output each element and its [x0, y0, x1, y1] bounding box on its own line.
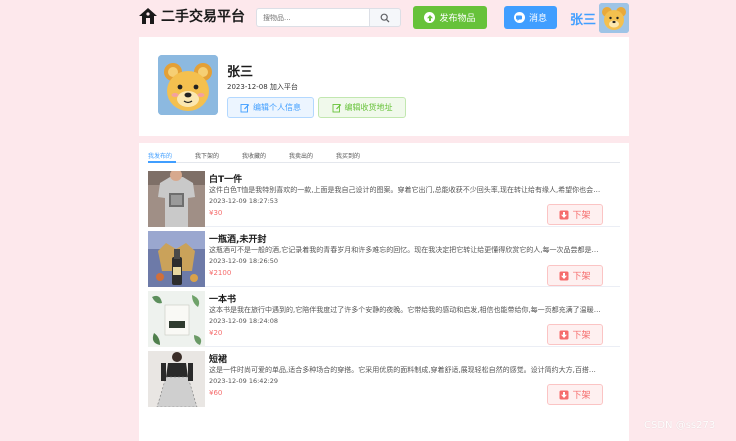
download-icon [559, 330, 569, 339]
item-thumbnail[interactable] [148, 171, 205, 227]
messages-label: 消息 [528, 14, 547, 24]
item-price: ¥30 [209, 209, 223, 217]
item-description: 这本书是我在旅行中遇到的,它陪伴我度过了许多个安静的夜晚。它带给我的感动和启发,… [209, 306, 602, 314]
logo-text: 二手交易平台 [161, 9, 245, 25]
site-logo[interactable]: 二手交易平台 [138, 4, 245, 28]
take-down-label: 下架 [572, 211, 591, 221]
download-icon [559, 271, 569, 280]
tab-bought[interactable]: 我买到的 [336, 151, 360, 160]
take-down-button[interactable]: 下架 [547, 384, 603, 405]
tab-published[interactable]: 我发布的 [148, 151, 172, 160]
item-price: ¥20 [209, 329, 223, 337]
upload-icon [424, 12, 436, 23]
edit-icon [332, 103, 341, 112]
take-down-button[interactable]: 下架 [547, 265, 603, 286]
item-title: 一本书 [209, 295, 237, 305]
download-icon [559, 390, 569, 399]
tab-favorites[interactable]: 我收藏的 [242, 151, 266, 160]
active-tab-indicator [148, 161, 176, 163]
edit-profile-button[interactable]: 编辑个人信息 [227, 97, 314, 118]
item-thumbnail[interactable] [148, 351, 205, 407]
download-icon [559, 210, 569, 219]
chat-icon [513, 12, 525, 23]
house-icon [139, 8, 157, 24]
item-description: 这瓶酒可不是一般的酒,它记录着我的青春岁月和许多难忘的回忆。现在我决定把它转让给… [209, 246, 602, 254]
tab-removed[interactable]: 我下架的 [195, 151, 219, 160]
edit-profile-label: 编辑个人信息 [253, 103, 301, 112]
item-title: 白T一件 [209, 175, 243, 185]
header-user-name[interactable]: 张三 [570, 9, 596, 28]
item-thumbnail[interactable] [148, 291, 205, 347]
book-photo [148, 291, 205, 347]
tab-bar: 我发布的 我下架的 我收藏的 我卖出的 我买到的 [148, 148, 620, 163]
top-header: 二手交易平台 发布物品 消息 张三 [0, 0, 736, 35]
search-button[interactable] [369, 8, 401, 27]
skirt-photo [148, 351, 205, 407]
take-down-button[interactable]: 下架 [547, 204, 603, 225]
item-thumbnail[interactable] [148, 231, 205, 287]
profile-name: 张三 [227, 65, 254, 80]
take-down-button[interactable]: 下架 [547, 324, 603, 345]
list-item[interactable]: 白T一件 这件白色T恤是我特别喜欢的一款,上面是我自己设计的图案。穿着它出门,总… [148, 170, 620, 227]
messages-button[interactable]: 消息 [504, 6, 557, 29]
tab-sold[interactable]: 我卖出的 [289, 151, 313, 160]
edit-address-label: 编辑收货地址 [344, 103, 393, 112]
watermark: CSDN @ss273 [644, 420, 716, 431]
search-input[interactable] [256, 8, 369, 27]
item-title: 短裙 [209, 355, 228, 365]
profile-join-date: 2023-12-08 加入平台 [227, 83, 298, 91]
edit-address-button[interactable]: 编辑收货地址 [318, 97, 406, 118]
profile-avatar[interactable] [158, 55, 218, 115]
item-title: 一瓶酒,未开封 [209, 235, 267, 245]
search-bar [256, 8, 401, 27]
item-description: 这件白色T恤是我特别喜欢的一款,上面是我自己设计的图案。穿着它出门,总能收获不少… [209, 186, 602, 194]
item-time: 2023-12-09 18:24:08 [209, 317, 279, 325]
item-price: ¥2100 [209, 269, 232, 277]
take-down-label: 下架 [572, 391, 591, 401]
bear-avatar-image [599, 3, 629, 33]
list-item[interactable]: 一瓶酒,未开封 这瓶酒可不是一般的酒,它记录着我的青春岁月和许多难忘的回忆。现在… [148, 230, 620, 287]
item-list-card: 我发布的 我下架的 我收藏的 我卖出的 我买到的 白T一件 这件白色T恤是我特别… [139, 143, 629, 441]
tshirt-photo [148, 171, 205, 227]
header-avatar[interactable] [599, 3, 629, 33]
wine-photo [148, 231, 205, 287]
list-item[interactable]: 短裙 这是一件时尚可爱的单品,适合多种场合的穿搭。它采用优质的面料制成,穿着舒适… [148, 350, 620, 407]
take-down-label: 下架 [572, 272, 591, 282]
item-time: 2023-12-09 18:27:53 [209, 197, 279, 205]
item-time: 2023-12-09 16:42:29 [209, 377, 279, 385]
edit-icon [240, 103, 250, 112]
item-description: 这是一件时尚可爱的单品,适合多种场合的穿搭。它采用优质的面料制成,穿着舒适,展现… [209, 366, 602, 374]
item-time: 2023-12-09 18:26:50 [209, 257, 279, 265]
take-down-label: 下架 [572, 331, 591, 341]
publish-label: 发布物品 [439, 14, 476, 24]
publish-item-button[interactable]: 发布物品 [413, 6, 487, 29]
item-price: ¥60 [209, 389, 223, 397]
list-item[interactable]: 一本书 这本书是我在旅行中遇到的,它陪伴我度过了许多个安静的夜晚。它带给我的感动… [148, 290, 620, 347]
bear-avatar-image [158, 55, 218, 115]
profile-card: 张三 2023-12-08 加入平台 编辑个人信息 编辑收货地址 [139, 37, 629, 136]
search-icon [380, 13, 390, 22]
